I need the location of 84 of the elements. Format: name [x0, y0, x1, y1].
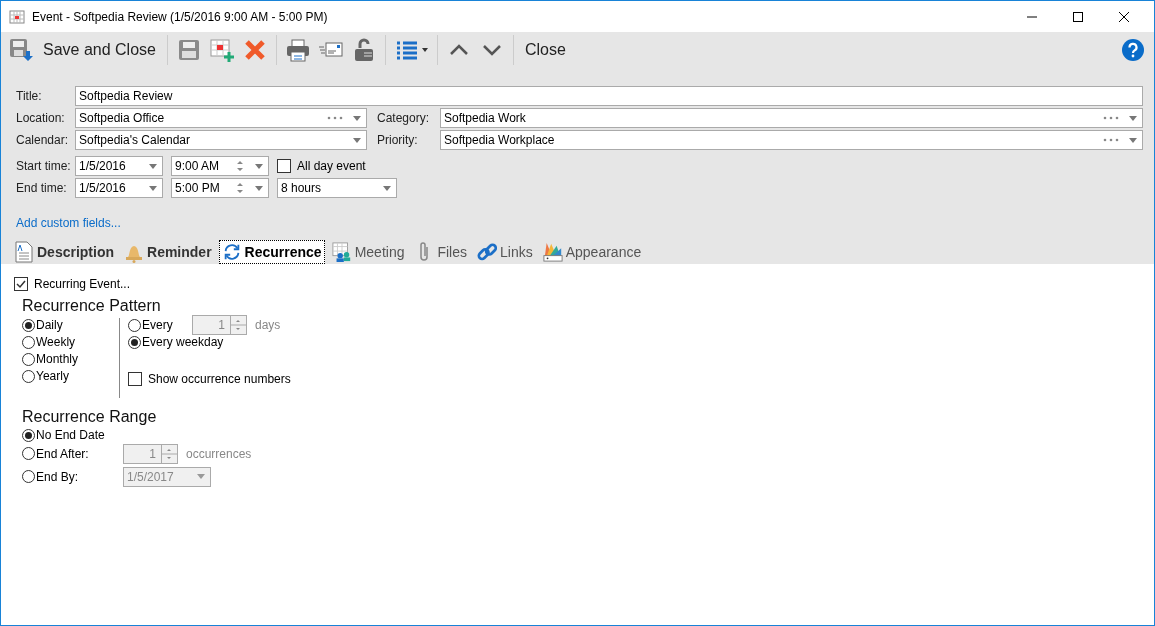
priority-combobox[interactable]: Softpedia Workplace — [440, 130, 1143, 150]
radio-button[interactable] — [22, 447, 35, 460]
chain-link-icon — [477, 241, 497, 263]
field-label: Calendar: — [16, 133, 70, 147]
radio-label: Monthly — [36, 352, 79, 366]
color-swatch-icon — [542, 241, 563, 263]
dropdown-caret-icon[interactable] — [353, 137, 361, 143]
date-picker[interactable]: 1/5/2016 — [75, 178, 163, 198]
document-icon — [14, 241, 34, 263]
radio-label: Weekly — [36, 335, 76, 349]
close-icon[interactable] — [1118, 10, 1130, 23]
tab[interactable]: Appearance — [539, 240, 645, 264]
dropdown-caret-icon[interactable] — [149, 185, 157, 191]
radio-button[interactable] — [128, 318, 141, 332]
category-combobox[interactable]: Softpedia Work — [440, 108, 1143, 128]
more-dots-icon[interactable] — [1103, 138, 1119, 142]
radio-label: Every — [142, 318, 174, 332]
radio-label: End After: — [36, 446, 90, 461]
printer-icon[interactable] — [285, 38, 310, 62]
dropdown-caret-icon[interactable] — [149, 163, 157, 169]
time-picker[interactable]: 5:00 PM — [171, 178, 269, 198]
location-combobox[interactable]: Softpedia Office — [75, 108, 367, 128]
time-picker[interactable]: 9:00 AM — [171, 156, 269, 176]
spinner-arrows-icon[interactable] — [237, 160, 243, 172]
radio-label: Yearly — [36, 369, 69, 383]
calendar-add-icon[interactable] — [209, 38, 234, 62]
radio-button[interactable] — [22, 352, 35, 366]
calendar-icon — [9, 8, 25, 25]
radio-label: End By: — [36, 469, 80, 484]
checkbox[interactable] — [14, 277, 28, 291]
radio-button[interactable] — [22, 369, 35, 383]
maximize-icon[interactable] — [1072, 10, 1084, 23]
dropdown-caret-icon[interactable] — [383, 185, 391, 191]
unit-label: days — [255, 318, 281, 332]
save-icon[interactable] — [176, 38, 201, 62]
radio-button[interactable] — [22, 335, 35, 349]
checkbox-label: Recurring Event... — [34, 277, 131, 291]
radio-button[interactable] — [22, 428, 35, 442]
save-download-icon — [9, 38, 33, 62]
dropdown-caret-icon[interactable] — [255, 163, 263, 169]
dropdown-caret-icon[interactable] — [255, 185, 263, 191]
checkbox[interactable] — [277, 159, 291, 173]
tab[interactable]: Recurrence — [218, 240, 325, 264]
more-dots-icon[interactable] — [1103, 116, 1119, 120]
duration-dropdown[interactable]: 8 hours — [277, 178, 397, 198]
save-and-close-button[interactable]: Save and Close — [7, 38, 158, 62]
more-dots-icon[interactable] — [327, 116, 343, 120]
calendar-dropdown[interactable]: Softpedia's Calendar — [75, 130, 367, 150]
checkbox-label: Show occurrence numbers — [148, 372, 291, 386]
help-icon[interactable] — [1122, 39, 1144, 61]
field-label: Category: — [377, 111, 431, 125]
dropdown-caret-icon[interactable] — [1129, 137, 1137, 143]
radio-button[interactable] — [22, 470, 35, 483]
radio-label: No End Date — [36, 428, 105, 442]
dropdown-caret-icon[interactable] — [421, 48, 428, 52]
section-heading: Recurrence Pattern — [22, 297, 162, 315]
tab[interactable]: Files — [411, 240, 470, 264]
title-field[interactable]: Softpedia Review — [75, 86, 1143, 106]
checkbox[interactable] — [128, 372, 142, 386]
tab[interactable]: Links — [474, 240, 536, 264]
radio-label: Daily — [36, 318, 63, 332]
add-custom-fields-link[interactable]: Add custom fields... — [16, 216, 121, 230]
unit-label: occurrences — [186, 446, 252, 461]
radio-label: Every weekday — [142, 335, 224, 349]
dropdown-caret-icon[interactable] — [353, 115, 361, 121]
tab[interactable]: Meeting — [328, 240, 408, 264]
field-label: Location: — [16, 111, 66, 125]
date-picker[interactable]: 1/5/2016 — [75, 156, 163, 176]
tab[interactable]: Reminder — [121, 240, 215, 264]
spinner-arrows-icon[interactable] — [237, 182, 243, 194]
close-button[interactable]: Close — [522, 41, 568, 59]
field-label: Title: — [16, 89, 43, 103]
radio-button[interactable] — [128, 335, 141, 349]
delete-icon[interactable] — [242, 38, 267, 62]
calendar-people-icon — [331, 241, 352, 263]
field-label: Priority: — [377, 133, 419, 147]
dropdown-caret-icon[interactable] — [1129, 115, 1137, 121]
checkbox-label: All day event — [297, 159, 366, 173]
window-title: Event - Softpedia Review (1/5/2016 9:00 AM - 5:00 PM) — [32, 9, 328, 24]
section-heading: Recurrence Range — [22, 408, 158, 426]
tab[interactable]: Description — [11, 240, 117, 264]
field-label: End time: — [16, 181, 68, 195]
radio-button[interactable] — [22, 318, 35, 332]
field-label: Start time: — [16, 159, 72, 173]
